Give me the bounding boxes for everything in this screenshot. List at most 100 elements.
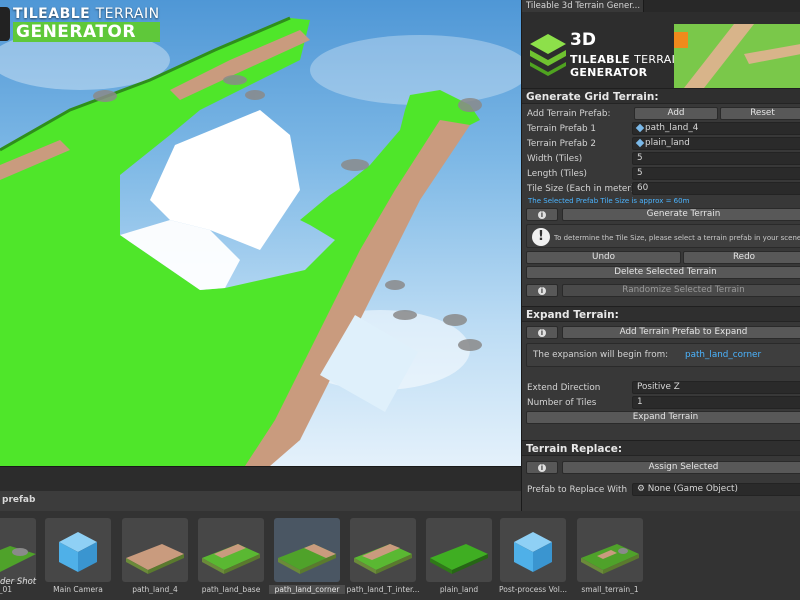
prefab-icon	[635, 123, 645, 132]
warning-icon: !	[532, 228, 550, 246]
length-label: Length (Tiles)	[527, 168, 587, 179]
side-caption: der Shot	[0, 577, 37, 587]
terrain-thumb-icon	[581, 544, 639, 574]
generate-info-button[interactable]: i	[526, 208, 558, 221]
replace-info-button[interactable]: i	[526, 461, 558, 474]
banner-word-tileable: TILEABLE	[570, 53, 630, 66]
banner-3d-text: 3D	[570, 30, 596, 50]
add-expand-prefab-button[interactable]: Add Terrain Prefab to Expand	[562, 326, 800, 339]
prefab-cube-icon	[59, 532, 97, 572]
asset-label-path-land-base: path_land_base	[201, 585, 261, 594]
terrain-thumb-icon	[0, 546, 36, 572]
panel-tab-bar: Tileable 3d Terrain Gener...	[522, 0, 800, 12]
add-prefab-button[interactable]: Add	[634, 107, 718, 120]
banner-terrain-art	[674, 24, 800, 88]
extend-direction-label: Extend Direction	[527, 382, 601, 393]
number-of-tiles-input[interactable]: 1	[632, 396, 800, 409]
redo-button[interactable]: Redo	[683, 251, 800, 264]
panel-banner: 3D TILEABLE TERRAIN GENERATOR	[522, 12, 800, 88]
terrain-thumb-icon	[202, 544, 260, 574]
terrain-thumb-icon	[278, 544, 336, 574]
asset-tile-plain-land[interactable]	[426, 518, 492, 582]
terrain-render	[0, 16, 522, 466]
prefab2-value: plain_land	[645, 138, 690, 148]
logo-mark-icon	[0, 7, 10, 41]
layers-logo-icon	[530, 34, 566, 76]
reset-button[interactable]: Reset	[720, 107, 800, 120]
gameobject-icon: ⚙	[637, 484, 648, 494]
asset-label-small-terrain-1: small_terrain_1	[581, 585, 639, 594]
randomize-info-button[interactable]: i	[526, 284, 558, 297]
number-of-tiles-label: Number of Tiles	[527, 397, 597, 408]
width-input[interactable]: 5	[632, 152, 800, 165]
asset-label-plain-land: plain_land	[439, 585, 479, 594]
expand-body: i Add Terrain Prefab to Expand The expan…	[522, 322, 800, 440]
asset-label-post-process: Post-process Vol...	[499, 585, 567, 594]
logo-word-tileable: TILEABLE	[13, 6, 91, 22]
tilesize-note: The Selected Prefab Tile Size is approx …	[528, 197, 690, 205]
product-logo: TILEABLE TERRAIN GENERATOR	[0, 6, 160, 42]
length-input[interactable]: 5	[632, 167, 800, 180]
asset-tile-path-land-corner[interactable]	[274, 518, 340, 582]
undo-button[interactable]: Undo	[526, 251, 681, 264]
logo-word-generator: GENERATOR	[13, 22, 160, 42]
section-replace: Terrain Replace:	[522, 440, 800, 456]
tile-size-helpbox: ! To determine the Tile Size, please sel…	[526, 224, 800, 248]
replace-with-value: None (Game Object)	[647, 484, 738, 494]
tilesize-input[interactable]: 60	[632, 182, 800, 195]
scene-view[interactable]: TILEABLE TERRAIN GENERATOR	[0, 0, 522, 466]
section-expand: Expand Terrain:	[522, 306, 800, 322]
prefab1-label: Terrain Prefab 1	[527, 123, 597, 134]
asset-tile-small-terrain-1[interactable]	[577, 518, 643, 582]
replace-with-field[interactable]: ⚙ None (Game Object)	[632, 483, 800, 496]
asset-tile-d01[interactable]	[0, 518, 36, 582]
logo-word-terrain: TERRAIN	[95, 6, 160, 22]
prefab-icon	[635, 138, 645, 147]
prefab2-field[interactable]: plain_land	[632, 137, 800, 150]
delete-selected-button[interactable]: Delete Selected Terrain	[526, 266, 800, 279]
expand-info-button[interactable]: i	[526, 326, 558, 339]
replace-body: i Assign Selected Prefab to Replace With…	[522, 456, 800, 506]
terrain-thumb-icon	[430, 544, 488, 574]
tilesize-label: Tile Size (Each in meter)	[527, 183, 635, 194]
terrain-generator-panel: Tileable 3d Terrain Gener... 3D TILEABLE…	[521, 0, 800, 522]
terrain-thumb-icon	[354, 544, 412, 574]
tile-size-help-text: To determine the Tile Size, please selec…	[554, 234, 800, 242]
asset-tile-post-process[interactable]	[500, 518, 566, 582]
info-icon: i	[538, 210, 546, 219]
asset-tile-path-land-4[interactable]	[122, 518, 188, 582]
asset-tile-path-land-base[interactable]	[198, 518, 264, 582]
expansion-begin-box: The expansion will begin from: path_land…	[526, 343, 800, 367]
project-header: prefab	[0, 491, 521, 511]
asset-tile-main-camera[interactable]	[45, 518, 111, 582]
expansion-begin-label: The expansion will begin from:	[533, 350, 669, 360]
expansion-begin-value: path_land_corner	[685, 350, 762, 360]
prefab1-value: path_land_4	[645, 123, 699, 133]
asset-label-path-land-corner: path_land_corner	[269, 585, 345, 594]
asset-label-main-camera: Main Camera	[53, 585, 103, 594]
prefab-cube-icon	[514, 532, 552, 572]
replace-with-label: Prefab to Replace With	[527, 484, 628, 495]
randomize-button[interactable]: Randomize Selected Terrain	[562, 284, 800, 297]
generate-grid-body: Add Terrain Prefab: Add Reset Terrain Pr…	[522, 104, 800, 306]
section-generate-grid: Generate Grid Terrain:	[522, 88, 800, 104]
info-icon: i	[538, 463, 546, 472]
prefab1-field[interactable]: path_land_4	[632, 122, 800, 135]
extend-direction-select[interactable]: Positive Z	[632, 381, 800, 394]
project-breadcrumb[interactable]: prefab	[2, 495, 35, 505]
info-icon: i	[538, 286, 546, 295]
prefab2-label: Terrain Prefab 2	[527, 138, 597, 149]
width-label: Width (Tiles)	[527, 153, 583, 164]
asset-tile-path-land-t[interactable]	[350, 518, 416, 582]
scene-toolbar-strip	[0, 466, 521, 491]
assign-selected-button[interactable]: Assign Selected	[562, 461, 800, 474]
expand-terrain-button[interactable]: Expand Terrain	[526, 411, 800, 424]
add-prefab-label: Add Terrain Prefab:	[527, 108, 611, 119]
asset-label-path-land-4: path_land_4	[132, 585, 178, 594]
generate-terrain-button[interactable]: Generate Terrain	[562, 208, 800, 221]
banner-word-generator: GENERATOR	[570, 66, 648, 79]
asset-label-path-land-t: path_land_T_inter...	[346, 585, 420, 594]
panel-tab-title[interactable]: Tileable 3d Terrain Gener...	[522, 0, 644, 12]
terrain-thumb-icon	[126, 544, 184, 574]
info-icon: i	[538, 328, 546, 337]
